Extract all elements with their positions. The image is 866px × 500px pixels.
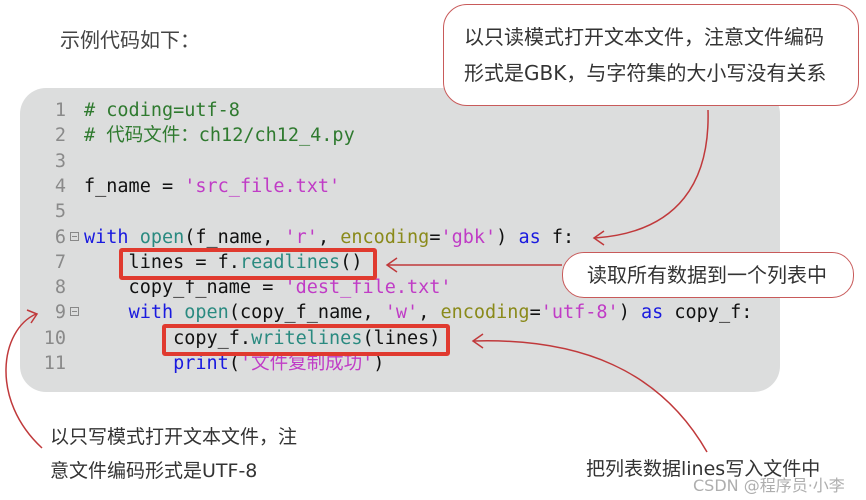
line-number: 5 xyxy=(54,201,66,223)
code-token-plain: = xyxy=(529,302,541,324)
fold-toggle-icon[interactable] xyxy=(70,307,79,317)
code-token-param: encoding xyxy=(340,226,430,248)
code-token-str: 'utf-8' xyxy=(540,302,619,324)
note-write-mode: 以只写模式打开文本文件，注 意文件编码形式是UTF-8 xyxy=(50,420,297,488)
code-token-kw: with xyxy=(128,302,174,324)
code-token-str: 'src_file.txt' xyxy=(184,175,341,197)
code-text: f_name = 'src_file.txt' xyxy=(84,174,340,199)
code-token-str: 'w' xyxy=(384,302,419,324)
line-number: 4 xyxy=(54,175,66,197)
code-token-plain: f: xyxy=(540,226,575,248)
line-number: 2 xyxy=(54,125,66,147)
code-token-plain: , xyxy=(317,226,341,248)
code-token-str: '文件复制成功' xyxy=(239,353,374,374)
callout-readlines-text: 读取所有数据到一个列表中 xyxy=(587,263,827,287)
code-token-comment: # 代码文件：ch12/ch12_4.py xyxy=(84,125,355,147)
callout-read-mode-line2: 形式是GBK，与字符集的大小写没有关系 xyxy=(464,61,827,85)
highlight-box-writelines xyxy=(162,324,450,356)
fold-toggle-icon[interactable] xyxy=(70,231,79,241)
code-token-kw: print xyxy=(173,353,229,374)
code-token-kw: as xyxy=(640,302,664,324)
code-token-str: 'dest_file.txt' xyxy=(284,277,452,299)
code-token-plain: = xyxy=(429,226,441,248)
code-text: # coding=utf-8 xyxy=(84,98,240,123)
line-number: 1 xyxy=(54,100,66,121)
code-text: with open(f_name, 'r', encoding='gbk') a… xyxy=(84,225,574,250)
line-number: 6 xyxy=(54,226,66,248)
line-number: 7 xyxy=(54,251,66,273)
code-token-plain: f_name = xyxy=(84,175,185,197)
code-token-plain: copy_f_name = xyxy=(84,277,285,299)
callout-read-mode: 以只读模式打开文本文件，注意文件编码 形式是GBK，与字符集的大小写没有关系 xyxy=(443,4,859,106)
code-token-fn: open xyxy=(139,226,185,248)
code-token-kw: with xyxy=(84,226,129,248)
note-write-mode-line2: 意文件编码形式是UTF-8 xyxy=(50,460,258,482)
code-token-plain: ) xyxy=(373,353,385,374)
intro-text: 示例代码如下： xyxy=(60,28,200,52)
line-number: 11 xyxy=(43,353,66,374)
line-number: 8 xyxy=(54,277,66,299)
code-token-str: 'gbk' xyxy=(440,226,497,248)
note-write-mode-line1: 以只写模式打开文本文件，注 xyxy=(50,426,298,448)
code-token-param: encoding xyxy=(440,302,530,324)
code-token-plain: (copy_f_name, xyxy=(228,302,385,324)
code-token-str: 'r' xyxy=(284,226,318,248)
code-text: with open(copy_f_name, 'w', encoding='ut… xyxy=(84,300,753,325)
highlight-box-readlines xyxy=(119,248,377,280)
callout-read-mode-line1: 以只读模式打开文本文件，注意文件编码 xyxy=(464,25,824,49)
line-number: 10 xyxy=(43,327,66,349)
line-number: 9 xyxy=(54,302,66,324)
code-token-kw: as xyxy=(518,226,541,248)
code-token-plain: (f_name, xyxy=(184,226,285,248)
watermark: CSDN @程序员·小李 xyxy=(693,476,845,495)
code-token-plain: ) xyxy=(618,302,641,324)
line-number: 3 xyxy=(54,150,66,172)
code-token-plain: copy_f: xyxy=(663,302,753,324)
callout-readlines: 读取所有数据到一个列表中 xyxy=(562,252,854,298)
code-token-plain: ) xyxy=(496,226,519,248)
code-text: # 代码文件：ch12/ch12_4.py xyxy=(84,123,355,148)
code-token-plain: , xyxy=(418,302,441,324)
code-token-plain: ( xyxy=(228,353,240,374)
code-token-fn: open xyxy=(184,302,229,324)
code-token-comment: # coding=utf-8 xyxy=(84,100,240,121)
